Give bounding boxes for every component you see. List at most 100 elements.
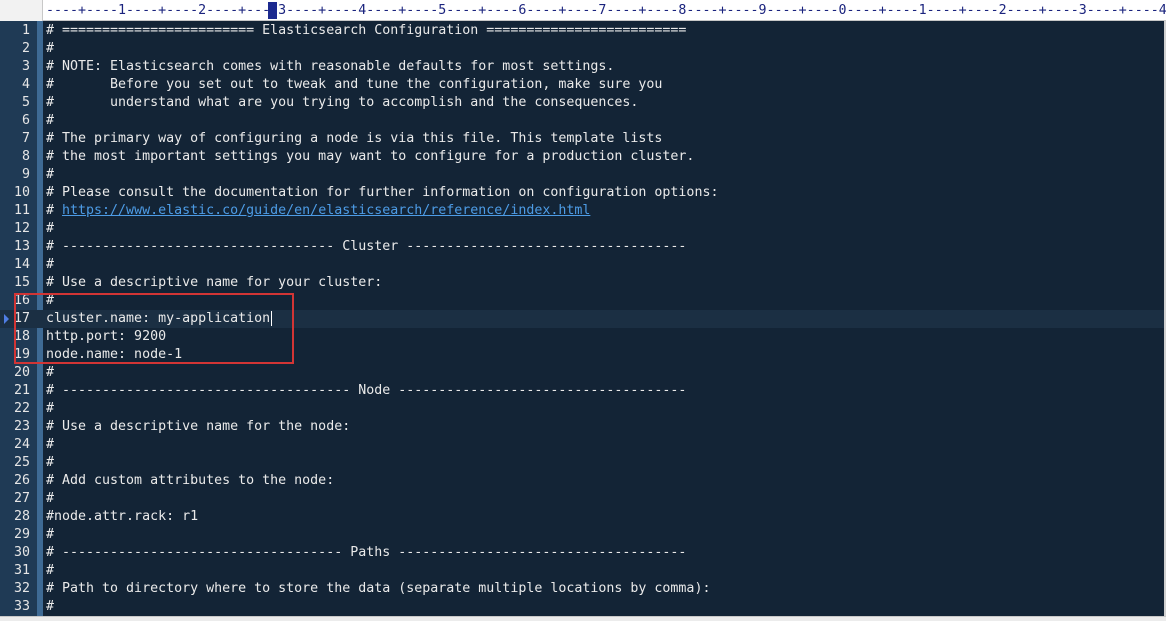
line-text[interactable]: # bbox=[46, 256, 54, 274]
editor-line[interactable]: 2 # bbox=[0, 40, 1164, 58]
line-text[interactable]: # bbox=[46, 40, 54, 58]
line-text[interactable]: # Path to directory where to store the d… bbox=[46, 580, 710, 598]
editor-line[interactable]: 25 # bbox=[0, 454, 1164, 472]
editor-line[interactable]: 23 # Use a descriptive name for the node: bbox=[0, 418, 1164, 436]
line-text[interactable]: # ------------------------------------ N… bbox=[46, 382, 686, 400]
editor-line[interactable]: 30 # ----------------------------------- … bbox=[0, 544, 1164, 562]
editor-line[interactable]: 5 # understand what are you trying to acc… bbox=[0, 94, 1164, 112]
editor-line[interactable]: 29 # bbox=[0, 526, 1164, 544]
line-number: 20 bbox=[13, 365, 30, 380]
line-text[interactable]: # ----------------------------------- Pa… bbox=[46, 544, 686, 562]
line-number: 5 bbox=[21, 95, 30, 110]
line-content: # bbox=[46, 455, 55, 470]
line-content: # ======================== Elasticsearch… bbox=[46, 23, 687, 38]
line-number: 2 bbox=[21, 41, 30, 56]
line-content: # bbox=[46, 527, 55, 542]
line-text[interactable]: # bbox=[46, 526, 54, 544]
editor-line[interactable]: 7 # The primary way of configuring a node… bbox=[0, 130, 1164, 148]
line-number: 29 bbox=[13, 527, 30, 542]
line-text[interactable]: # bbox=[46, 220, 54, 238]
line-number: 28 bbox=[13, 509, 30, 524]
line-text[interactable]: # bbox=[46, 166, 54, 184]
line-text[interactable]: # bbox=[46, 490, 54, 508]
line-number: 6 bbox=[21, 113, 30, 128]
line-number: 22 bbox=[13, 401, 30, 416]
line-number: 33 bbox=[13, 599, 30, 614]
line-text[interactable]: # bbox=[46, 598, 54, 616]
line-text[interactable]: # Please consult the documentation for f… bbox=[46, 184, 718, 202]
line-number: 13 bbox=[13, 239, 30, 254]
line-text[interactable]: # bbox=[46, 454, 54, 472]
line-number: 15 bbox=[13, 275, 30, 290]
editor-line[interactable]: 10 # Please consult the documentation for… bbox=[0, 184, 1164, 202]
line-text[interactable]: # bbox=[46, 562, 54, 580]
line-text[interactable]: # Use a descriptive name for the node: bbox=[46, 418, 350, 436]
line-number: 25 bbox=[13, 455, 30, 470]
line-content: # bbox=[46, 491, 55, 506]
line-content: # the most important settings you may wa… bbox=[46, 149, 695, 164]
line-text[interactable]: # bbox=[46, 436, 54, 454]
line-text[interactable]: # The primary way of configuring a node … bbox=[46, 130, 662, 148]
line-text[interactable]: # bbox=[46, 112, 54, 130]
editor-line[interactable]: 1 # ======================== Elasticsearc… bbox=[0, 22, 1164, 40]
editor-line[interactable]: 26 # Add custom attributes to the node: bbox=[0, 472, 1164, 490]
line-number: 10 bbox=[13, 185, 30, 200]
line-content: # Path to directory where to store the d… bbox=[46, 581, 711, 596]
line-text[interactable]: # ---------------------------------- Clu… bbox=[46, 238, 686, 256]
editor-line[interactable]: 15 # Use a descriptive name for your clus… bbox=[0, 274, 1164, 292]
editor-line[interactable]: 14 # bbox=[0, 256, 1164, 274]
editor-line[interactable]: 27 # bbox=[0, 490, 1164, 508]
editor-line[interactable]: 22 # bbox=[0, 400, 1164, 418]
line-content: # bbox=[46, 563, 55, 578]
code-editor[interactable]: 1 # ======================== Elasticsearc… bbox=[0, 21, 1164, 616]
line-text[interactable]: # the most important settings you may wa… bbox=[46, 148, 694, 166]
line-text[interactable]: # Before you set out to tweak and tune t… bbox=[46, 76, 662, 94]
line-content: #node.attr.rack: r1 bbox=[46, 509, 199, 524]
line-text[interactable]: # bbox=[46, 364, 54, 382]
line-content: # bbox=[46, 41, 55, 56]
editor-line[interactable]: 6 # bbox=[0, 112, 1164, 130]
editor-line[interactable]: 4 # Before you set out to tweak and tune … bbox=[0, 76, 1164, 94]
editor-line[interactable]: 13 # ---------------------------------- C… bbox=[0, 238, 1164, 256]
line-text[interactable]: # Use a descriptive name for your cluste… bbox=[46, 274, 382, 292]
line-number: 12 bbox=[13, 221, 30, 236]
line-text[interactable]: #node.attr.rack: r1 bbox=[46, 508, 198, 526]
editor-line[interactable]: 33 # bbox=[0, 598, 1164, 616]
line-number: 32 bbox=[13, 581, 30, 596]
editor-line[interactable]: 8 # the most important settings you may w… bbox=[0, 148, 1164, 166]
editor-line[interactable]: 20 # bbox=[0, 364, 1164, 382]
ruler-gutter bbox=[0, 0, 43, 21]
documentation-link[interactable]: https://www.elastic.co/guide/en/elastics… bbox=[62, 203, 590, 218]
editor-line[interactable]: 32 # Path to directory where to store the… bbox=[0, 580, 1164, 598]
ruler-scale: ----+----1----+----2----+----3----+----4… bbox=[46, 3, 1166, 18]
ruler-cursor-indicator bbox=[268, 2, 277, 19]
editor-line[interactable]: 11 # https://www.elastic.co/guide/en/elas… bbox=[0, 202, 1164, 220]
line-text[interactable]: # bbox=[46, 400, 54, 418]
line-content: # Before you set out to tweak and tune t… bbox=[46, 77, 663, 92]
line-content: # bbox=[46, 437, 55, 452]
column-ruler: ----+----1----+----2----+----3----+----4… bbox=[0, 0, 1166, 21]
horizontal-scrollbar[interactable] bbox=[0, 616, 1166, 621]
line-content: # ---------------------------------- Clu… bbox=[46, 239, 687, 254]
editor-line[interactable]: 12 # bbox=[0, 220, 1164, 238]
editor-line[interactable]: 3 # NOTE: Elasticsearch comes with reason… bbox=[0, 58, 1164, 76]
line-number: 11 bbox=[13, 203, 30, 218]
line-content: # NOTE: Elasticsearch comes with reasona… bbox=[46, 59, 615, 74]
line-content: # bbox=[46, 401, 55, 416]
editor-line[interactable]: 31 # bbox=[0, 562, 1164, 580]
line-text[interactable]: # NOTE: Elasticsearch comes with reasona… bbox=[46, 58, 614, 76]
editor-line[interactable]: 24 # bbox=[0, 436, 1164, 454]
line-content: # ----------------------------------- Pa… bbox=[46, 545, 687, 560]
editor-line[interactable]: 28 #node.attr.rack: r1 bbox=[0, 508, 1164, 526]
line-content: # ------------------------------------ N… bbox=[46, 383, 687, 398]
editor-line[interactable]: 21 # ------------------------------------… bbox=[0, 382, 1164, 400]
line-text[interactable]: # understand what are you trying to acco… bbox=[46, 94, 638, 112]
line-content: # bbox=[46, 365, 55, 380]
line-text[interactable]: # https://www.elastic.co/guide/en/elasti… bbox=[46, 202, 590, 220]
highlight-annotation-box bbox=[14, 293, 294, 364]
line-content: # bbox=[46, 599, 55, 614]
line-text[interactable]: # Add custom attributes to the node: bbox=[46, 472, 334, 490]
line-text[interactable]: # ======================== Elasticsearch… bbox=[46, 22, 686, 40]
editor-line[interactable]: 9 # bbox=[0, 166, 1164, 184]
line-number: 27 bbox=[13, 491, 30, 506]
